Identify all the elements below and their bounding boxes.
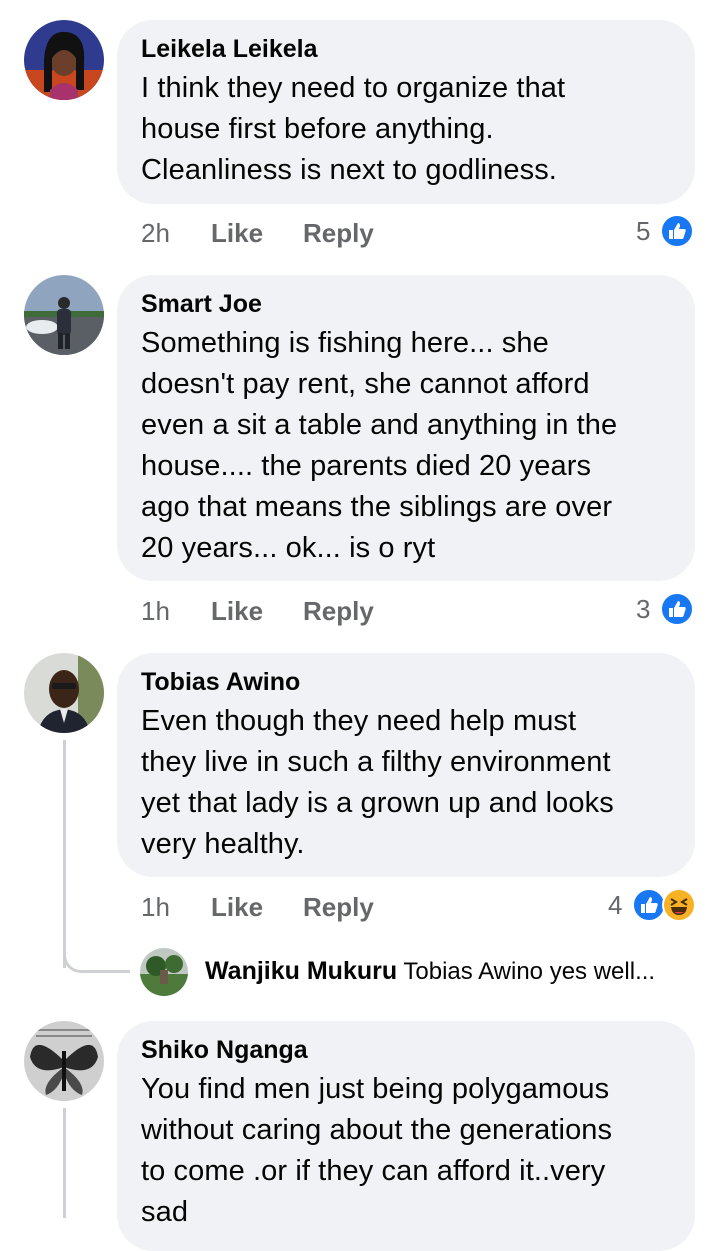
reaction-count: 4	[608, 890, 623, 920]
like-icon	[660, 592, 694, 631]
comment-text: You find men just being polygamous witho…	[141, 1073, 613, 1228]
thread-connector	[63, 740, 66, 968]
reply-author[interactable]: Wanjiku Mukuru	[205, 957, 397, 985]
comment-text: Something is fishing here... she doesn't…	[141, 327, 618, 564]
comment-bubble: Tobias Awino Even though they need help …	[117, 653, 695, 877]
like-icon	[632, 888, 666, 927]
reply-preview[interactable]: Wanjiku Mukuru Tobias Awino yes well...	[0, 946, 720, 1000]
reaction-count: 5	[636, 216, 651, 246]
commenter-name[interactable]: Leikela Leikela	[141, 34, 671, 64]
avatar[interactable]	[24, 20, 104, 100]
comment-bubble: Smart Joe Something is fishing here... s…	[117, 275, 695, 581]
reply-mention[interactable]: Tobias Awino	[403, 958, 543, 985]
reply-text: Wanjiku Mukuru Tobias Awino yes well...	[205, 956, 655, 987]
reply-button[interactable]: Reply	[303, 892, 374, 922]
like-button[interactable]: Like	[211, 596, 263, 626]
timestamp[interactable]: 1h	[141, 892, 170, 922]
comment-text: I think they need to organize that house…	[141, 72, 566, 186]
reaction-summary[interactable]: 5	[636, 214, 696, 248]
reaction-summary[interactable]: 3	[636, 592, 696, 626]
reaction-summary[interactable]: 4	[608, 888, 698, 922]
avatar[interactable]	[24, 1021, 104, 1101]
reply-snippet: yes well...	[549, 958, 656, 985]
commenter-name[interactable]: Smart Joe	[141, 289, 671, 319]
haha-icon	[662, 888, 696, 927]
reply-button[interactable]: Reply	[303, 218, 374, 248]
timestamp[interactable]: 2h	[141, 218, 170, 248]
like-button[interactable]: Like	[211, 892, 263, 922]
like-icon	[660, 214, 694, 253]
commenter-name[interactable]: Shiko Nganga	[141, 1035, 671, 1065]
commenter-name[interactable]: Tobias Awino	[141, 667, 671, 697]
timestamp[interactable]: 1h	[141, 596, 170, 626]
reply-button[interactable]: Reply	[303, 596, 374, 626]
avatar[interactable]	[140, 948, 188, 996]
comment-bubble: Leikela Leikela I think they need to org…	[117, 20, 695, 204]
avatar[interactable]	[24, 653, 104, 733]
avatar[interactable]	[24, 275, 104, 355]
thread-connector	[63, 1108, 66, 1218]
reaction-count: 3	[636, 594, 651, 624]
comment-bubble: Shiko Nganga You find men just being pol…	[117, 1021, 695, 1251]
comment-text: Even though they need help must they liv…	[141, 705, 614, 860]
like-button[interactable]: Like	[211, 218, 263, 248]
